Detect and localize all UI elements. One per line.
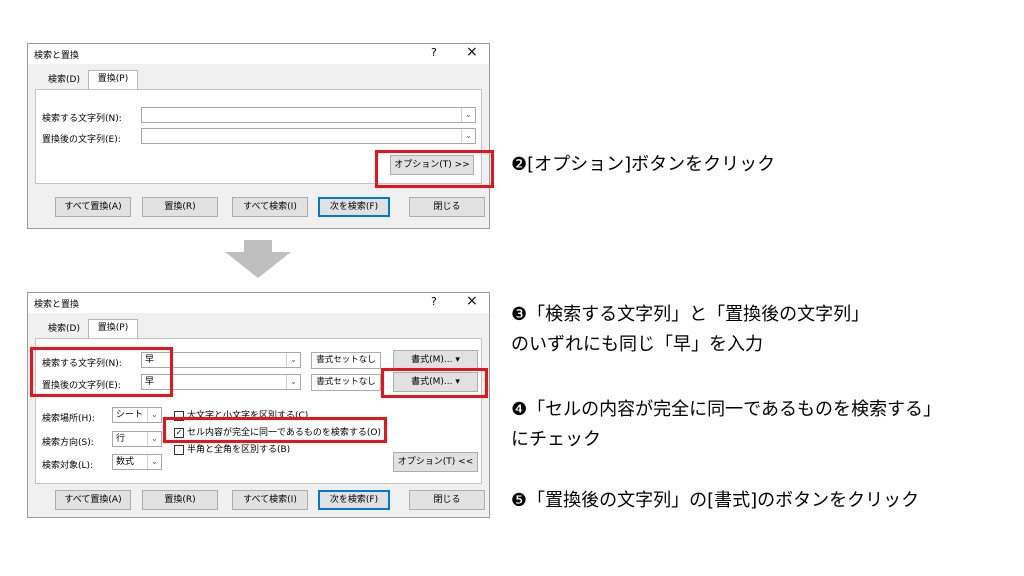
options-button[interactable]: オプション(T) << — [393, 452, 478, 472]
close-button[interactable]: 閉じる — [409, 490, 485, 510]
title-bar: 検索と置換 ? × — [28, 44, 489, 64]
format-preview-replace: 書式セットなし — [311, 374, 381, 391]
caption-step-3-line1: ❸「検索する文字列」と「置換後の文字列」 — [511, 304, 870, 325]
replace-label: 置換後の文字列(E): — [42, 135, 121, 145]
find-replace-dialog-bottom: 検索と置換 ? × 検索(D) 置換(P) 検索する文字列(N): 早 ⌄ 書式… — [27, 292, 490, 518]
chevron-down-icon[interactable]: ⌄ — [286, 353, 300, 367]
highlight-find-replace-inputs — [30, 347, 173, 397]
close-icon[interactable]: × — [466, 44, 478, 60]
close-icon[interactable]: × — [466, 293, 478, 309]
help-button[interactable]: ? — [431, 46, 437, 59]
tab-find[interactable]: 検索(D) — [40, 321, 88, 338]
highlight-match-entire — [163, 417, 387, 443]
search-direction-label: 検索方向(S): — [42, 438, 94, 448]
search-target-select[interactable]: 数式 ⌄ — [112, 454, 162, 470]
search-target-label: 検索対象(L): — [42, 461, 94, 471]
tab-find[interactable]: 検索(D) — [40, 72, 88, 89]
chevron-down-icon[interactable]: ⌄ — [147, 432, 161, 446]
caption-step-5: ❺「置換後の文字列」の[書式]のボタンをクリック — [511, 490, 920, 511]
find-next-button[interactable]: 次を検索(F) — [318, 490, 390, 510]
format-preview-find: 書式セットなし — [311, 352, 381, 369]
arrow-down-icon — [225, 240, 291, 278]
highlight-format-button — [381, 368, 488, 398]
replace-button[interactable]: 置換(R) — [142, 197, 218, 217]
find-input[interactable]: ⌄ — [141, 107, 476, 123]
find-replace-dialog-top: 検索と置換 ? × 検索(D) 置換(P) 検索する文字列(N): ⌄ 置換後の… — [27, 43, 490, 229]
match-width-checkbox[interactable]: 半角と全角を区別する(B) — [174, 442, 290, 455]
format-button-find[interactable]: 書式(M)... ▾ — [393, 350, 478, 370]
find-all-button[interactable]: すべて検索(I) — [232, 490, 308, 510]
replace-input[interactable]: ⌄ — [141, 128, 476, 144]
replace-all-button[interactable]: すべて置換(A) — [55, 490, 131, 510]
chevron-down-icon[interactable]: ⌄ — [147, 455, 161, 469]
find-next-button[interactable]: 次を検索(F) — [318, 197, 390, 217]
replace-button[interactable]: 置換(R) — [142, 490, 218, 510]
format-button-label: 書式(M)... — [411, 355, 453, 365]
tab-replace[interactable]: 置換(P) — [88, 70, 138, 89]
search-scope-value: シート — [116, 410, 144, 420]
chevron-down-icon[interactable]: ⌄ — [461, 108, 475, 122]
highlight-options-button — [375, 150, 494, 188]
dialog-title: 検索と置換 — [34, 300, 80, 310]
match-width-label: 半角と全角を区別する(B) — [187, 445, 291, 455]
replace-all-button[interactable]: すべて置換(A) — [55, 197, 131, 217]
find-all-button[interactable]: すべて検索(I) — [232, 197, 308, 217]
dialog-title: 検索と置換 — [34, 51, 80, 61]
caption-step-3-line2: のいずれにも同じ「早」を入力 — [511, 334, 763, 355]
close-button[interactable]: 閉じる — [409, 197, 485, 217]
dropdown-arrow-icon: ▾ — [455, 355, 460, 365]
help-button[interactable]: ? — [431, 295, 437, 308]
title-bar: 検索と置換 ? × — [28, 293, 489, 313]
find-label: 検索する文字列(N): — [42, 114, 122, 124]
chevron-down-icon[interactable]: ⌄ — [286, 375, 300, 389]
chevron-down-icon[interactable]: ⌄ — [147, 408, 161, 422]
checkbox-box[interactable] — [174, 444, 184, 455]
caption-step-2: ❷[オプション]ボタンをクリック — [511, 154, 776, 175]
caption-step-4-line2: にチェック — [511, 429, 601, 450]
search-direction-value: 行 — [116, 434, 126, 444]
tab-replace[interactable]: 置換(P) — [88, 319, 138, 338]
search-scope-label: 検索場所(H): — [42, 414, 95, 424]
search-target-value: 数式 — [116, 457, 135, 467]
search-scope-select[interactable]: シート ⌄ — [112, 407, 162, 423]
caption-step-4-line1: ❹「セルの内容が完全に同一であるものを検索する」 — [511, 399, 941, 420]
chevron-down-icon[interactable]: ⌄ — [461, 129, 475, 143]
search-direction-select[interactable]: 行 ⌄ — [112, 431, 162, 447]
